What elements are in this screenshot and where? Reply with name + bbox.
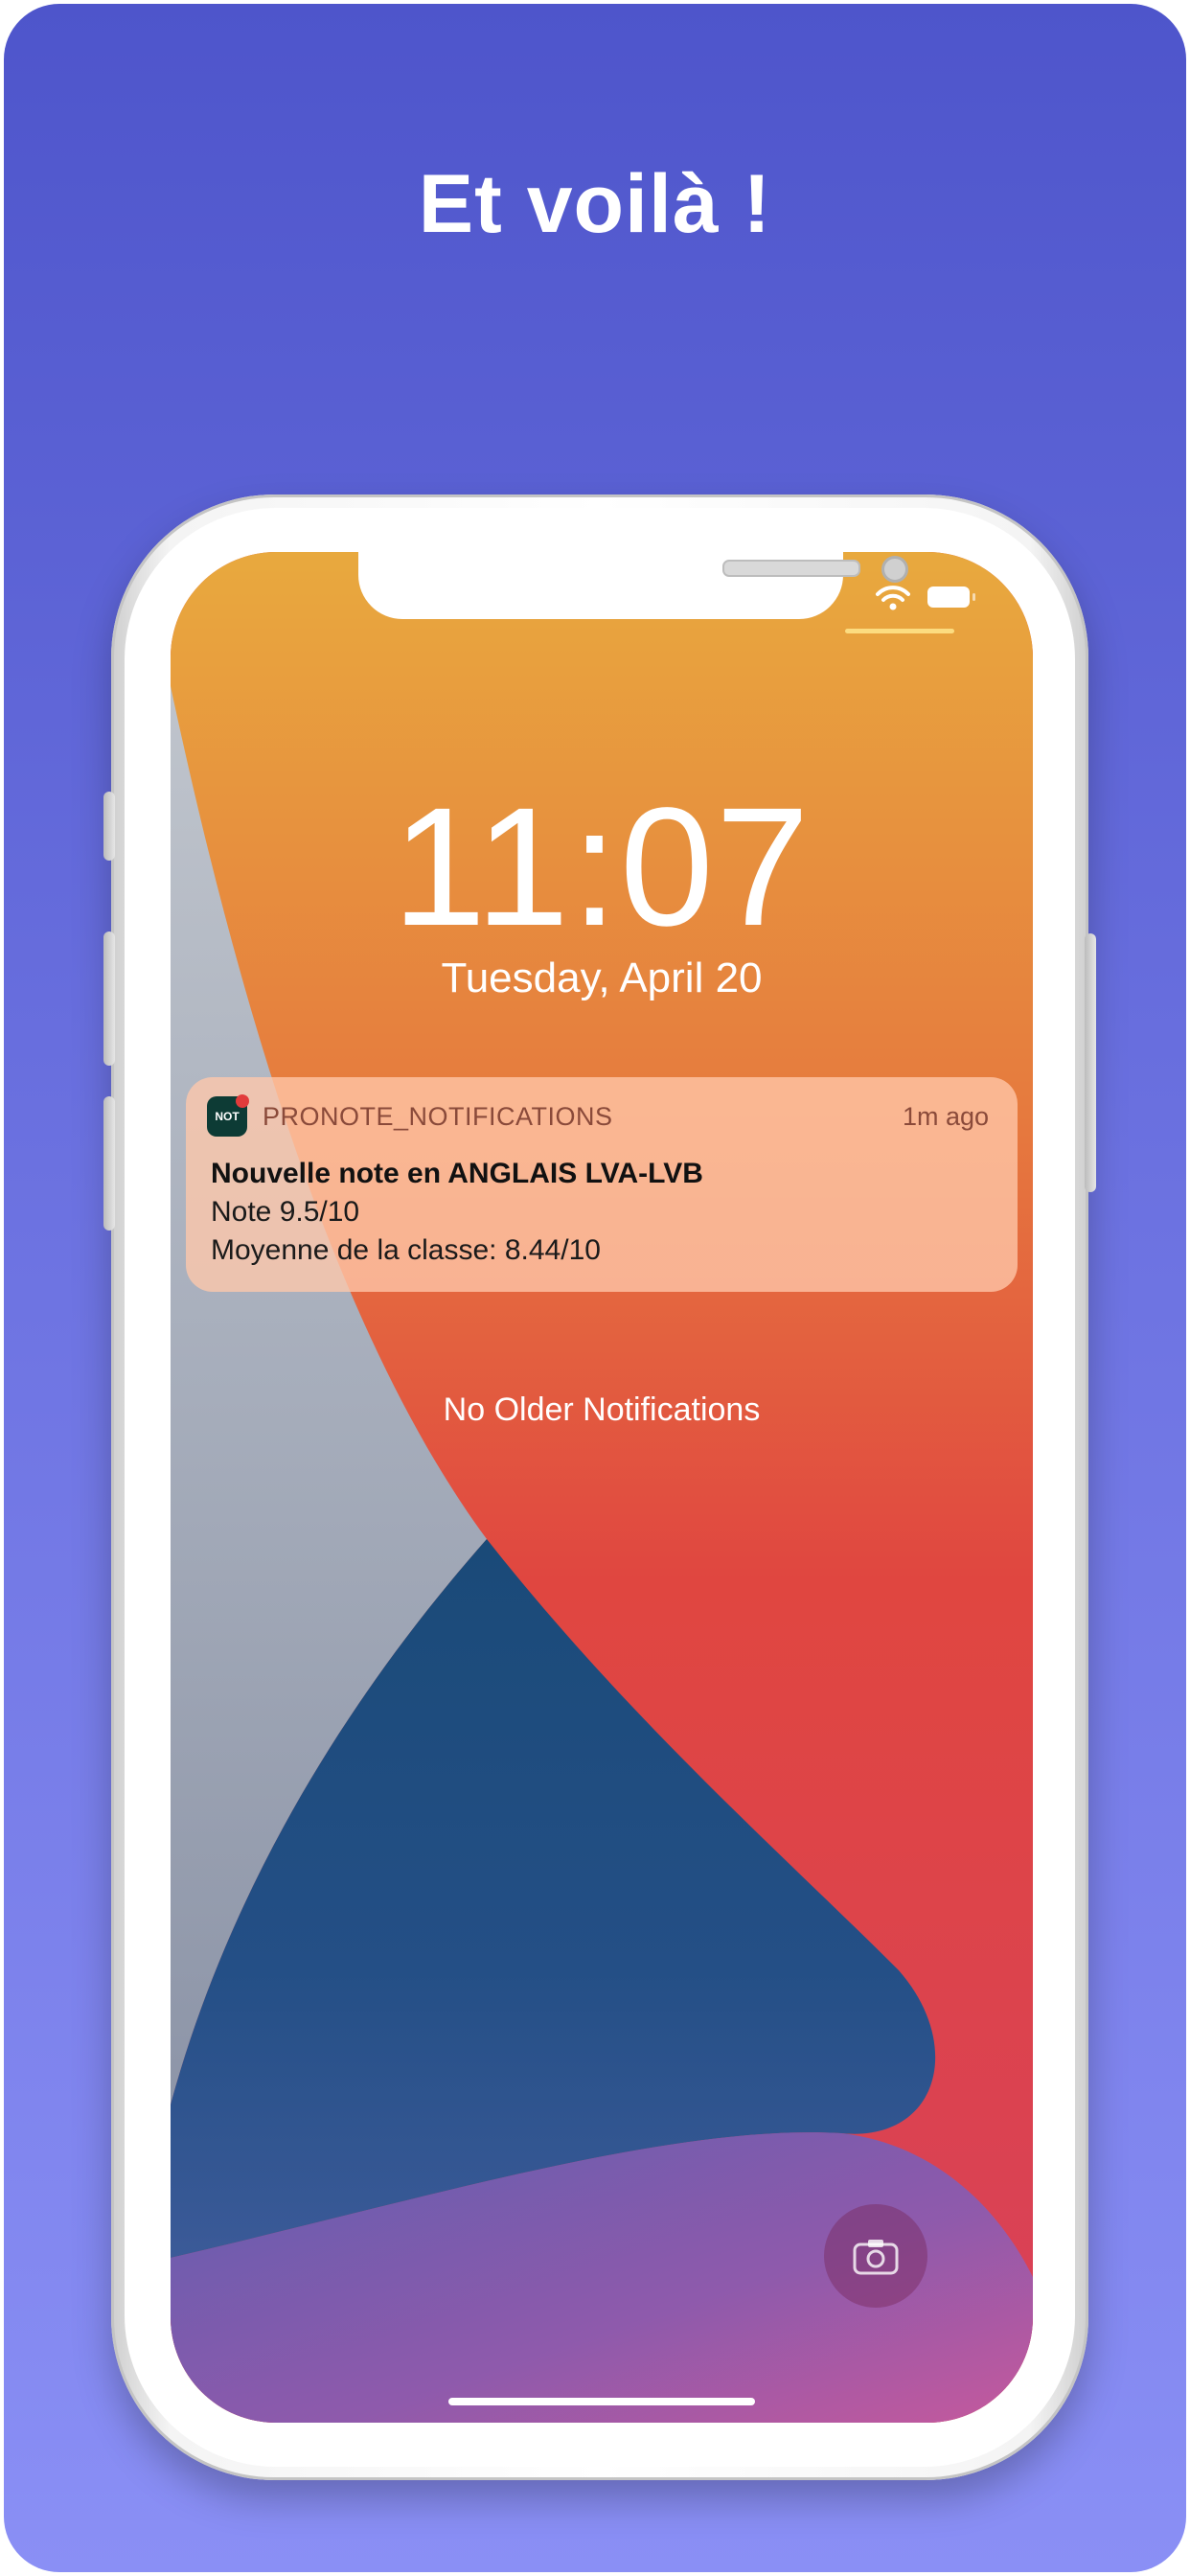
notification-class-average: Moyenne de la classe: 8.44/10 [211, 1234, 601, 1266]
notification-time: 1m ago [902, 1102, 989, 1131]
notification-grade: Note 9.5/10 [211, 1196, 360, 1228]
notification-title: Nouvelle note en ANGLAIS LVA-LVB [211, 1158, 703, 1189]
power-button [1085, 933, 1096, 1192]
notch [358, 552, 908, 619]
control-center-indicator[interactable] [845, 629, 954, 633]
lock-time: 11:07 [392, 773, 812, 961]
badge-dot [236, 1094, 249, 1108]
earpiece-speaker [722, 560, 860, 577]
lock-screen: 11:07 Tuesday, April 20 NOT PRONOTE_NOTI… [171, 552, 1033, 2423]
no-older-notifications: No Older Notifications [443, 1392, 761, 1428]
notification-app-name: PRONOTE_NOTIFICATIONS [263, 1102, 613, 1131]
promo-canvas: Et voilà ! 11:07 Tuesday, April 20 NOT P… [4, 4, 1186, 2572]
front-camera [881, 556, 908, 583]
lock-date: Tuesday, April 20 [441, 954, 763, 1001]
camera-button[interactable] [824, 2204, 927, 2308]
app-icon-label: NOT [215, 1110, 240, 1123]
volume-up-button [103, 932, 115, 1066]
wifi-icon [876, 586, 910, 610]
volume-down-button [103, 1096, 115, 1230]
notification-card[interactable]: NOT PRONOTE_NOTIFICATIONS 1m ago Nouvell… [186, 1077, 1018, 1292]
battery-icon [927, 586, 975, 608]
action-button [103, 792, 115, 861]
camera-icon [853, 2240, 899, 2275]
promo-headline: Et voilà ! [418, 158, 772, 250]
pronote-app-icon: NOT [207, 1094, 249, 1137]
home-indicator[interactable] [448, 2398, 755, 2405]
